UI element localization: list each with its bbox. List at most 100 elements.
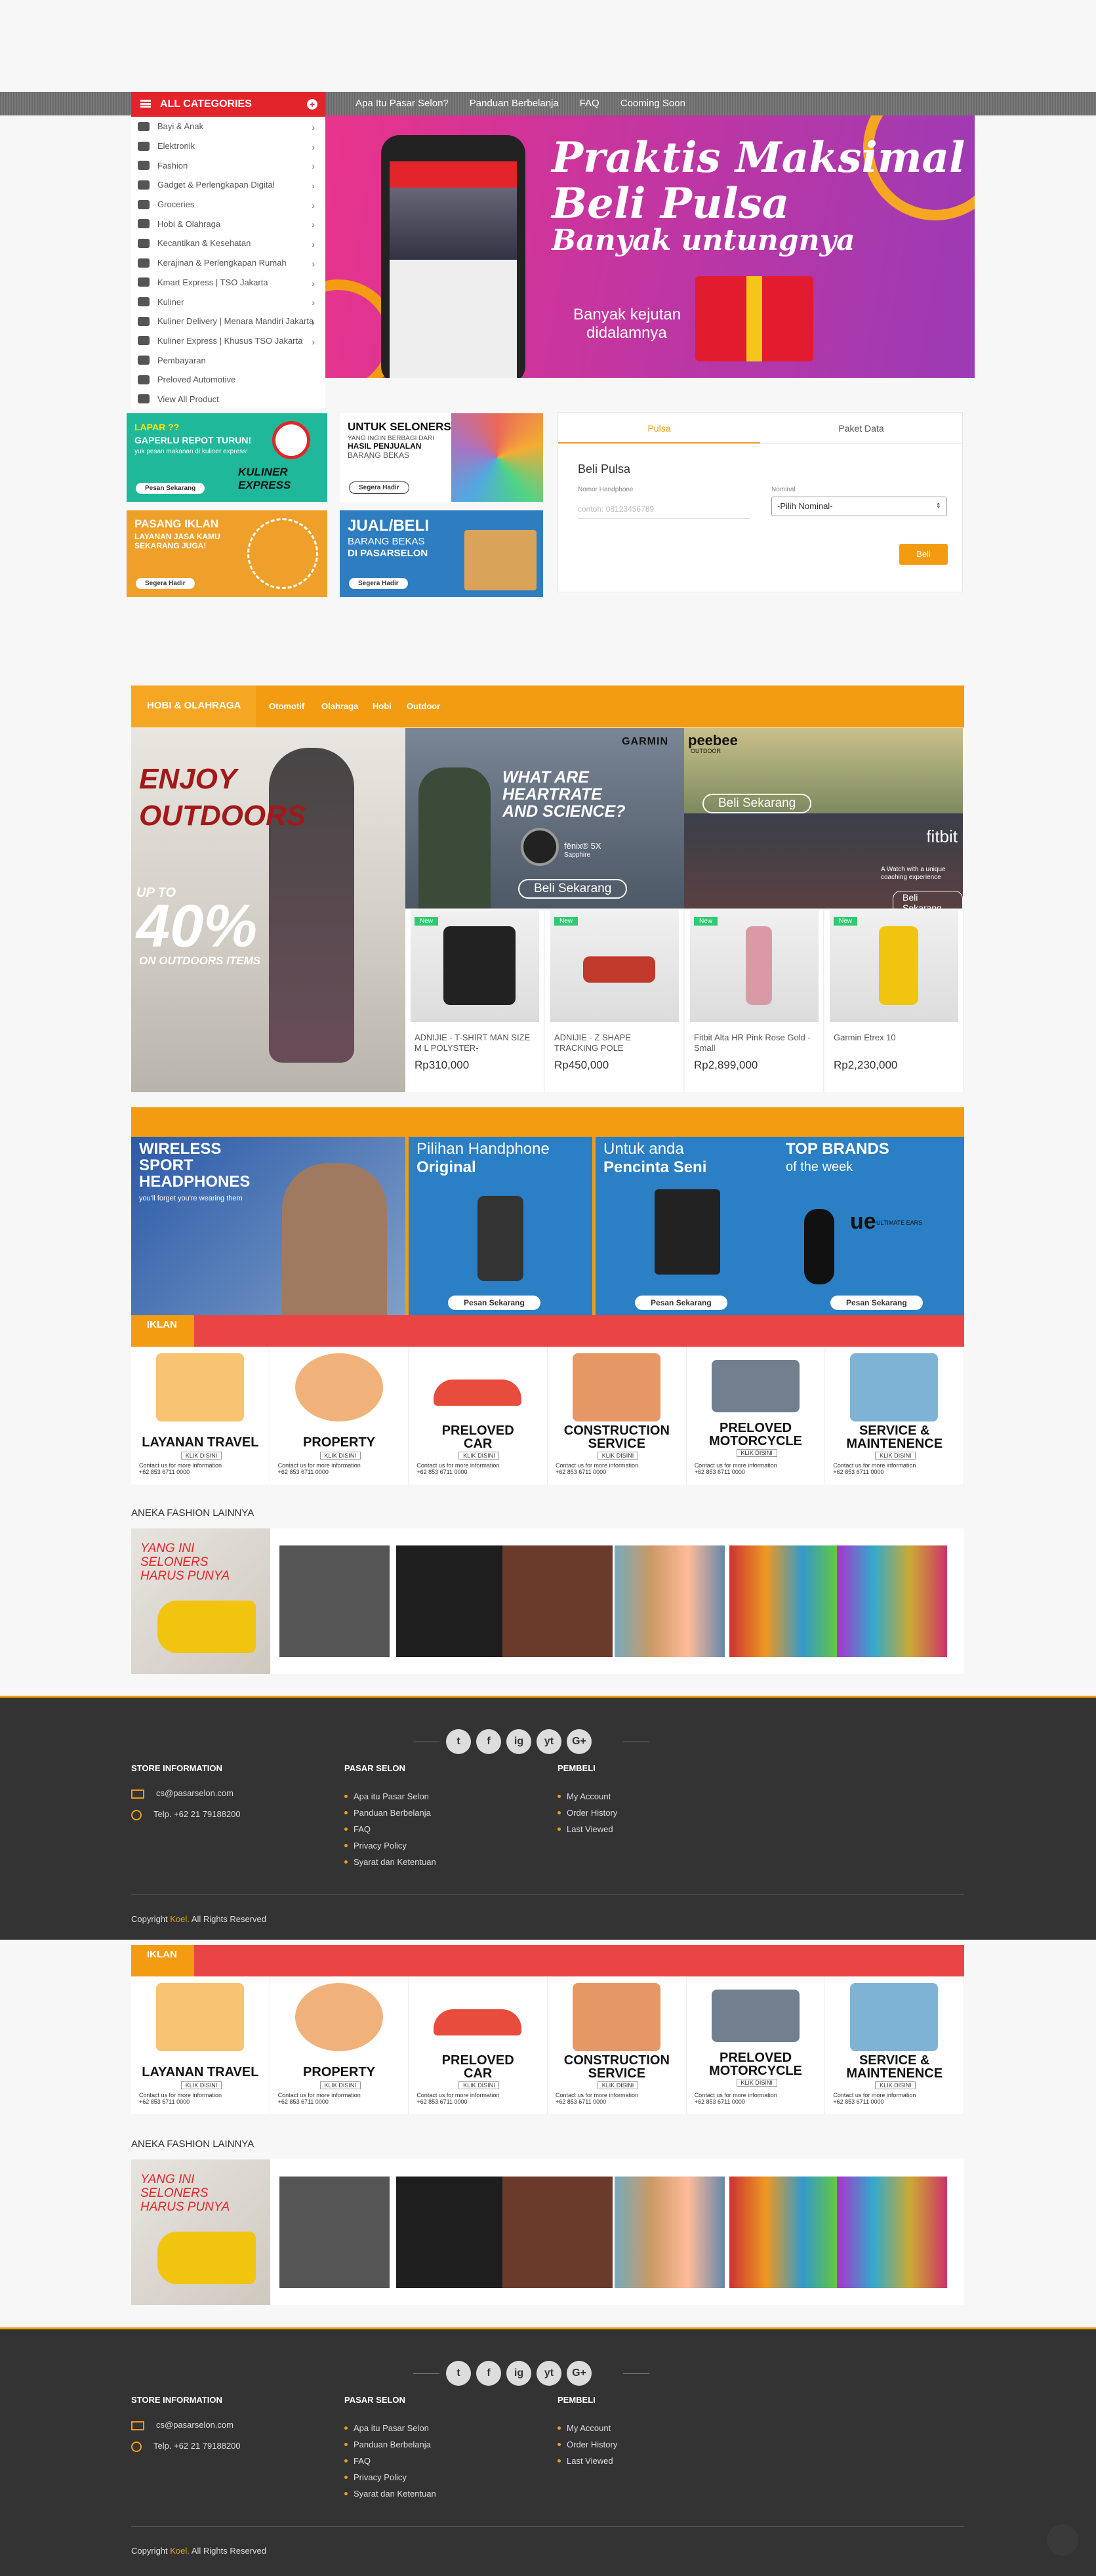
promo-kuliner-express[interactable]: LAPAR ?? GAPERLU REPOT TURUN! yuk pesan … <box>127 413 327 502</box>
footer-link[interactable]: Apa itu Pasar Selon <box>344 1788 436 1805</box>
footer-email[interactable]: cs@pasarselon.com <box>131 1788 233 1799</box>
footer-link[interactable]: FAQ <box>344 2453 436 2469</box>
category-item[interactable]: Kerajinan & Perlengkapan Rumah › <box>131 253 325 273</box>
garmin-banner[interactable]: GARMIN WHAT ARE HEARTRATE AND SCIENCE? fēn… <box>405 728 684 909</box>
ad-service-maintenence[interactable]: SERVICE & MAINTENENCE KLIK DISINI Contact u… <box>825 1976 965 2114</box>
fashion-item[interactable] <box>615 1545 725 1657</box>
category-item[interactable]: Kecantikan & Kesehatan › <box>131 234 325 253</box>
instagram-icon[interactable]: ig <box>506 2361 531 2386</box>
sport-link-outdoor[interactable]: Outdoor <box>407 701 440 711</box>
nav-link-coming-soon[interactable]: Cooming Soon <box>610 92 696 115</box>
footer-link[interactable]: Privacy Policy <box>344 1837 436 1854</box>
category-item[interactable]: Bayi & Anak › <box>131 117 325 136</box>
klik-disini-button[interactable]: KLIK DISINI <box>319 2081 361 2089</box>
klik-disini-button[interactable]: KLIK DISINI <box>598 1452 639 1460</box>
tab-pulsa[interactable]: Pulsa <box>558 413 760 443</box>
category-item[interactable]: View All Product <box>131 390 325 409</box>
promo-button[interactable]: Segera Hadir <box>136 578 195 589</box>
sport-link-olahraga[interactable]: Olahraga <box>321 701 358 711</box>
product-card[interactable]: New Garmin Etrex 10 Rp2,230,000 <box>824 910 964 1092</box>
category-item[interactable]: Preloved Automotive <box>131 370 325 390</box>
footer-link[interactable]: Order History <box>558 1805 617 1821</box>
fashion-item[interactable] <box>279 1545 390 1657</box>
klik-disini-button[interactable]: KLIK DISINI <box>181 1452 222 1460</box>
youtube-icon[interactable]: yt <box>537 2361 561 2386</box>
fashion-promo[interactable]: YANG INI SELONERS HARUS PUNYA <box>131 1528 270 1674</box>
twitter-icon[interactable]: t <box>446 1729 471 1754</box>
footer-link[interactable]: Panduan Berbelanja <box>344 2436 436 2453</box>
klik-disini-button[interactable]: KLIK DISINI <box>875 2081 916 2089</box>
copyright-brand[interactable]: Koel. <box>170 1914 190 1924</box>
ad-preloved-car[interactable]: PRELOVED CAR KLIK DISINI Contact us for mor… <box>409 1976 548 2114</box>
fashion-item[interactable] <box>837 1545 947 1657</box>
product-card[interactable]: New Fitbit Alta HR Pink Rose Gold - Smal… <box>685 910 824 1092</box>
footer-link[interactable]: Syarat dan Ketentuan <box>344 1854 436 1870</box>
fashion-item[interactable] <box>837 2177 947 2288</box>
category-item[interactable]: Kuliner Express | Khusus TSO Jakarta › <box>131 331 325 351</box>
wireless-headphones-banner[interactable]: WIRELESS SPORT HEADPHONES you'll forget yo… <box>131 1137 405 1315</box>
klik-disini-button[interactable]: KLIK DISINI <box>181 2081 222 2089</box>
promo-button[interactable]: Segera Hadir <box>349 578 408 589</box>
footer-link[interactable]: Order History <box>558 2436 617 2453</box>
facebook-icon[interactable]: f <box>476 2361 501 2386</box>
nav-link-apa-itu[interactable]: Apa Itu Pasar Selon? <box>345 92 459 115</box>
footer-link[interactable]: Last Viewed <box>558 2453 617 2469</box>
fashion-promo[interactable]: YANG INI SELONERS HARUS PUNYA <box>131 2159 270 2305</box>
nominal-select[interactable]: -Pilih Nominal- ⇕ <box>771 497 947 516</box>
footer-email[interactable]: cs@pasarselon.com <box>131 2420 233 2430</box>
category-item[interactable]: Groceries › <box>131 195 325 215</box>
fashion-item[interactable] <box>729 1545 840 1657</box>
ad-property[interactable]: PROPERTY KLIK DISINI Contact us for more i… <box>270 1347 409 1484</box>
footer-link[interactable]: My Account <box>558 2420 617 2436</box>
klik-disini-button[interactable]: KLIK DISINI <box>458 1452 500 1460</box>
footer-link[interactable]: My Account <box>558 1788 617 1805</box>
promo-pasang-iklan[interactable]: PASANG IKLAN LAYANAN JASA KAMU SEKARANG … <box>127 510 327 597</box>
fashion-item[interactable] <box>279 2177 390 2288</box>
instagram-icon[interactable]: ig <box>506 1729 531 1754</box>
category-item[interactable]: Hobi & Olahraga › <box>131 214 325 234</box>
fashion-item[interactable] <box>396 1545 506 1657</box>
klik-disini-button[interactable]: KLIK DISINI <box>319 1452 361 1460</box>
copyright-brand[interactable]: Koel. <box>170 2546 190 2556</box>
tab-paket-data[interactable]: Paket Data <box>760 413 962 443</box>
fashion-item[interactable] <box>729 2177 840 2288</box>
footer-link[interactable]: Last Viewed <box>558 1821 617 1837</box>
promo-button[interactable]: Segera Hadir <box>349 481 409 494</box>
pesan-sekarang-button[interactable]: Pesan Sekarang <box>448 1296 540 1310</box>
product-name[interactable]: ADNIJIE - Z SHAPE TRACKING POLE <box>554 1032 676 1053</box>
youtube-icon[interactable]: yt <box>537 1729 561 1754</box>
ad-layanan-travel[interactable]: LAYANAN TRAVEL KLIK DISINI Contact us for … <box>131 1347 270 1484</box>
product-card[interactable]: New ADNIJIE - Z SHAPE TRACKING POLE Rp45… <box>545 910 684 1092</box>
hero-banner[interactable]: Praktis Maksimal Beli Pulsa Banyak untung… <box>325 115 975 378</box>
footer-link[interactable]: Syarat dan Ketentuan <box>344 2485 436 2502</box>
footer-link[interactable]: FAQ <box>344 1821 436 1837</box>
category-item[interactable]: Kuliner › <box>131 292 325 312</box>
product-card[interactable]: New ADNIJIE - T-SHIRT MAN SIZE M L POLYS… <box>405 910 544 1092</box>
top-brands-banner[interactable]: TOP BRANDS of the week ue ULTIMATE EARS … <box>778 1137 964 1315</box>
enjoy-outdoors-banner[interactable]: ENJOY OUTDOORS UP TO 40% ON OUTDOORS ITEM… <box>131 728 405 1092</box>
peebee-fitbit-banner[interactable]: peebee OUTDOOR Beli Sekarang fitbit A Wa… <box>684 728 963 909</box>
beli-sekarang-button[interactable]: Beli Sekarang <box>893 891 963 909</box>
category-item[interactable]: Kmart Express | TSO Jakarta › <box>131 273 325 293</box>
pesan-sekarang-button[interactable]: Pesan Sekarang <box>830 1296 923 1310</box>
pesan-sekarang-button[interactable]: Pesan Sekarang <box>635 1296 727 1310</box>
promo-button[interactable]: Pesan Sekarang <box>136 483 205 494</box>
ad-preloved-motorcycle[interactable]: PRELOVED MOTORCYCLE KLIK DISINI Contact us … <box>687 1347 826 1484</box>
fashion-item[interactable] <box>615 2177 725 2288</box>
category-item[interactable]: Fashion › <box>131 155 325 175</box>
klik-disini-button[interactable]: KLIK DISINI <box>736 1449 777 1457</box>
footer-link[interactable]: Privacy Policy <box>344 2469 436 2485</box>
sport-link-hobi[interactable]: Hobi <box>373 701 392 711</box>
google-plus-icon[interactable]: G+ <box>567 2361 592 2386</box>
klik-disini-button[interactable]: KLIK DISINI <box>458 2081 500 2089</box>
fashion-item[interactable] <box>396 2177 506 2288</box>
category-item[interactable]: Elektronik › <box>131 136 325 156</box>
beli-sekarang-button[interactable]: Beli Sekarang <box>702 794 812 813</box>
promo-jual-beli[interactable]: JUAL/BELI BARANG BEKAS DI PASARSELON Seg… <box>340 510 543 597</box>
ad-layanan-travel[interactable]: LAYANAN TRAVEL KLIK DISINI Contact us for … <box>131 1976 270 2114</box>
product-name[interactable]: Garmin Etrex 10 <box>834 1032 955 1043</box>
footer-link[interactable]: Apa itu Pasar Selon <box>344 2420 436 2436</box>
fashion-item[interactable] <box>502 1545 613 1657</box>
nav-link-panduan[interactable]: Panduan Berbelanja <box>459 92 569 115</box>
facebook-icon[interactable]: f <box>476 1729 501 1754</box>
